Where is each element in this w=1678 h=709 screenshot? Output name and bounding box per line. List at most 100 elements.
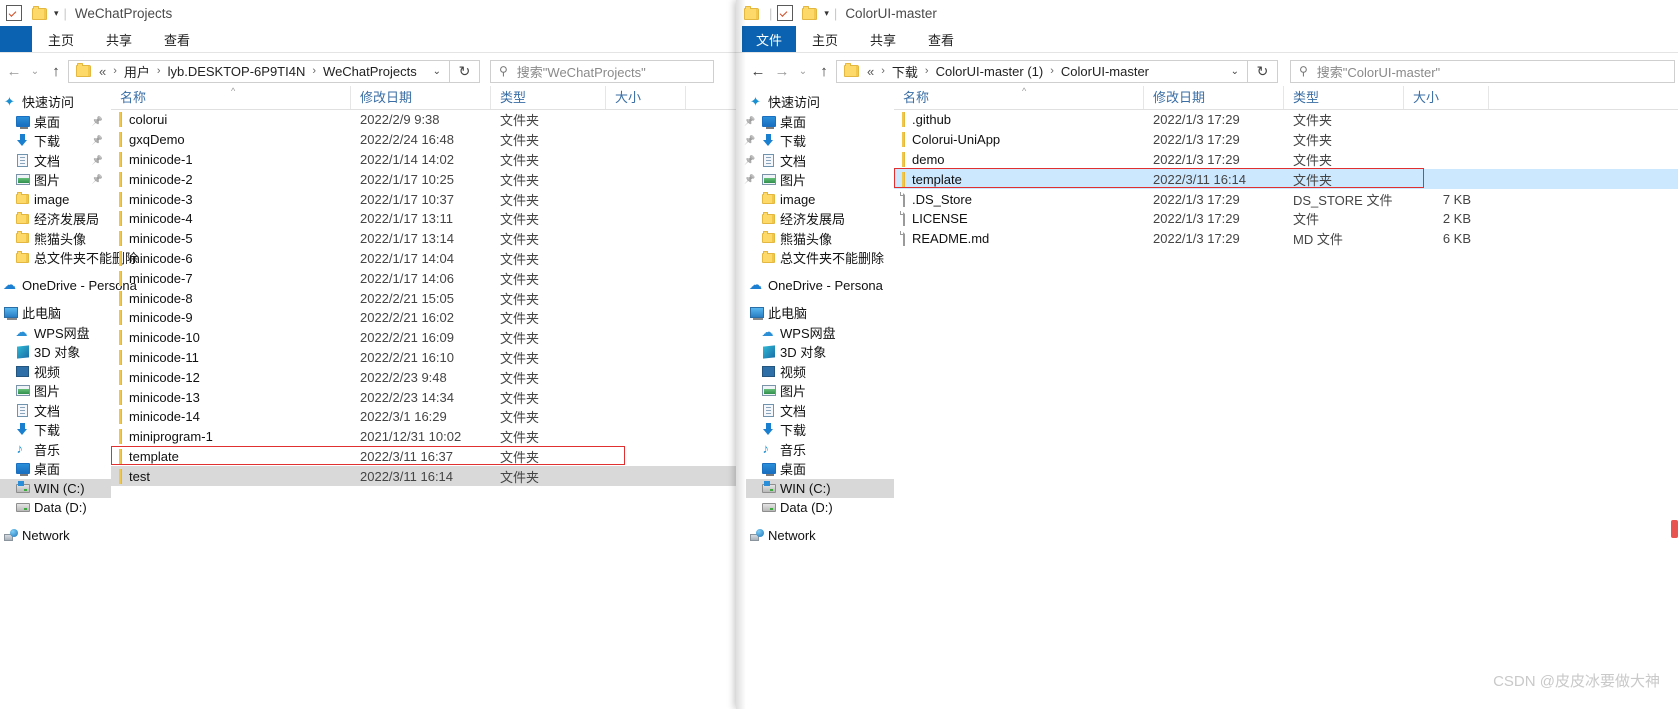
sidebar-item-data-d[interactable]: Data (D:)	[0, 498, 111, 518]
pin-icon[interactable]: 📌	[92, 174, 103, 185]
sidebar-item-[interactable]: 桌面 📌	[744, 112, 894, 132]
sidebar-item-data-d[interactable]: Data (D:)	[746, 498, 894, 518]
folder-icon[interactable]	[802, 5, 818, 21]
back-button[interactable]: ←	[746, 58, 770, 84]
sidebar-item-network[interactable]: Network	[746, 526, 894, 546]
search-input[interactable]: ⚲ 搜索"WeChatProjects"	[490, 59, 714, 83]
breadcrumb-item-downloads[interactable]: 下载	[890, 62, 920, 81]
breadcrumb-item-current[interactable]: ColorUI-master	[1059, 64, 1151, 79]
table-row[interactable]: minicode-3 2022/1/17 10:37 文件夹	[111, 189, 736, 209]
breadcrumb-root-icon[interactable]: «	[865, 64, 876, 79]
table-row[interactable]: demo 2022/1/3 17:29 文件夹	[894, 150, 1678, 170]
pin-icon[interactable]: 📌	[92, 155, 103, 166]
table-row[interactable]: Colorui-UniApp 2022/1/3 17:29 文件夹	[894, 130, 1678, 150]
breadcrumb[interactable]: « › 下载 › ColorUI-master (1) › ColorUI-ma…	[836, 59, 1248, 83]
table-row[interactable]: minicode-6 2022/1/17 14:04 文件夹	[111, 249, 736, 269]
breadcrumb-item-users[interactable]: 用户	[122, 62, 152, 81]
sidebar-item-[interactable]: 下载	[0, 420, 111, 440]
tab-share[interactable]: 共享	[90, 26, 148, 52]
recent-locations-icon[interactable]: ⌄	[26, 58, 44, 84]
breadcrumb-item-user[interactable]: lyb.DESKTOP-6P9TI4N	[166, 64, 308, 79]
sidebar-item-onedrive-persona[interactable]: ☁ OneDrive - Persona	[0, 276, 137, 296]
sidebar-item-[interactable]: 桌面	[746, 459, 894, 479]
sidebar-item-wps[interactable]: ☁ WPS网盘	[0, 323, 111, 343]
sidebar-item-[interactable]: ✦ 快速访问	[0, 92, 111, 112]
quick-access-dropdown-icon[interactable]: ▾	[824, 8, 829, 19]
sidebar-item-[interactable]: 图片 📌	[744, 170, 894, 190]
table-row[interactable]: minicode-14 2022/3/1 16:29 文件夹	[111, 407, 736, 427]
sidebar-item-[interactable]: ♪ 音乐	[0, 440, 111, 460]
sidebar-item-[interactable]: 桌面	[0, 459, 111, 479]
sidebar-item-image[interactable]: image	[0, 190, 111, 210]
table-row[interactable]: minicode-11 2022/2/21 16:10 文件夹	[111, 348, 736, 368]
sidebar-item-[interactable]: 文档	[0, 401, 111, 421]
quick-access-checkbox-icon[interactable]	[6, 5, 22, 21]
scrollbar-thumb[interactable]	[1671, 520, 1678, 538]
table-row[interactable]: template 2022/3/11 16:14 文件夹	[894, 169, 1678, 190]
recent-locations-icon[interactable]: ⌄	[794, 58, 812, 84]
sidebar-item-[interactable]: 总文件夹不能删除	[0, 248, 138, 268]
sidebar-item-[interactable]: 此电脑	[0, 303, 111, 323]
sidebar-item-[interactable]: 经济发展局	[0, 209, 111, 229]
sidebar-item-3d[interactable]: 3D 对象	[746, 342, 894, 362]
tab-home[interactable]: 主页	[32, 26, 90, 52]
column-header-size[interactable]: 大小	[1404, 86, 1489, 109]
quick-access-dropdown-icon[interactable]: ▾	[54, 8, 59, 19]
table-row[interactable]: miniprogram-1 2021/12/31 10:02 文件夹	[111, 427, 736, 447]
tab-share[interactable]: 共享	[854, 26, 912, 52]
sidebar-item-3d[interactable]: 3D 对象	[0, 342, 111, 362]
sidebar-item-[interactable]: 下载	[746, 420, 894, 440]
column-header-date[interactable]: 修改日期	[351, 86, 491, 109]
table-row[interactable]: minicode-13 2022/2/23 14:34 文件夹	[111, 387, 736, 407]
table-row[interactable]: colorui 2022/2/9 9:38 文件夹	[111, 110, 736, 130]
table-row[interactable]: template 2022/3/11 16:37 文件夹	[111, 447, 736, 467]
sidebar-item-win-c[interactable]: WIN (C:)	[746, 478, 894, 498]
table-row[interactable]: minicode-4 2022/1/17 13:11 文件夹	[111, 209, 736, 229]
table-row[interactable]: minicode-1 2022/1/14 14:02 文件夹	[111, 150, 736, 170]
sidebar-item-[interactable]: 桌面 📌	[0, 112, 111, 132]
breadcrumb-root-icon[interactable]: «	[97, 64, 108, 79]
sidebar-item-[interactable]: 经济发展局	[746, 209, 894, 229]
quick-access-checkbox-icon[interactable]	[777, 5, 794, 21]
table-row[interactable]: minicode-5 2022/1/17 13:14 文件夹	[111, 229, 736, 249]
sidebar-item-[interactable]: 视频	[0, 362, 111, 382]
refresh-button[interactable]: ↻	[1248, 59, 1278, 83]
table-row[interactable]: LICENSE 2022/1/3 17:29 文件 2 KB	[894, 209, 1678, 229]
sidebar-item-wps[interactable]: ☁ WPS网盘	[746, 323, 894, 343]
table-row[interactable]: .DS_Store 2022/1/3 17:29 DS_STORE 文件 7 KB	[894, 189, 1678, 209]
column-header-type[interactable]: 类型	[491, 86, 606, 109]
table-row[interactable]: minicode-7 2022/1/17 14:06 文件夹	[111, 268, 736, 288]
table-row[interactable]: test 2022/3/11 16:14 文件夹	[111, 466, 736, 487]
sidebar-item-onedrive-persona[interactable]: ☁ OneDrive - Persona	[746, 276, 894, 296]
table-row[interactable]: README.md 2022/1/3 17:29 MD 文件 6 KB	[894, 229, 1678, 249]
folder-icon[interactable]	[32, 5, 48, 21]
tab-view[interactable]: 查看	[912, 26, 970, 52]
sidebar-item-[interactable]: ♪ 音乐	[746, 440, 894, 460]
sidebar-item-network[interactable]: Network	[0, 526, 111, 546]
breadcrumb-dropdown-icon[interactable]: ⌄	[425, 66, 449, 77]
table-row[interactable]: gxqDemo 2022/2/24 16:48 文件夹	[111, 130, 736, 150]
table-row[interactable]: .github 2022/1/3 17:29 文件夹	[894, 110, 1678, 130]
sidebar-item-[interactable]: 下载 📌	[744, 131, 894, 151]
table-row[interactable]: minicode-8 2022/2/21 15:05 文件夹	[111, 288, 736, 308]
sidebar-item-[interactable]: 下载 📌	[0, 131, 111, 151]
table-row[interactable]: minicode-9 2022/2/21 16:02 文件夹	[111, 308, 736, 328]
sidebar-item-[interactable]: 此电脑	[746, 303, 894, 323]
folder-icon[interactable]	[744, 5, 760, 21]
table-row[interactable]: minicode-2 2022/1/17 10:25 文件夹	[111, 169, 736, 189]
tab-home[interactable]: 主页	[796, 26, 854, 52]
breadcrumb-item-parent[interactable]: ColorUI-master (1)	[934, 64, 1046, 79]
sidebar-item-[interactable]: 图片	[746, 381, 894, 401]
breadcrumb-item-current[interactable]: WeChatProjects	[321, 64, 419, 79]
sidebar-item-[interactable]: ✦ 快速访问	[746, 92, 894, 112]
tab-view[interactable]: 查看	[148, 26, 206, 52]
sidebar-item-[interactable]: 文档 📌	[0, 151, 111, 171]
sidebar-item-[interactable]: 熊猫头像	[746, 229, 894, 249]
refresh-button[interactable]: ↻	[450, 59, 480, 83]
table-row[interactable]: minicode-12 2022/2/23 9:48 文件夹	[111, 367, 736, 387]
sidebar-item-[interactable]: 总文件夹不能删除	[746, 248, 894, 268]
sidebar-item-[interactable]: 视频	[746, 362, 894, 382]
pin-icon[interactable]: 📌	[92, 135, 103, 146]
back-button[interactable]: ←	[2, 58, 26, 84]
right-file-menu-button[interactable]: 文件	[742, 26, 797, 52]
